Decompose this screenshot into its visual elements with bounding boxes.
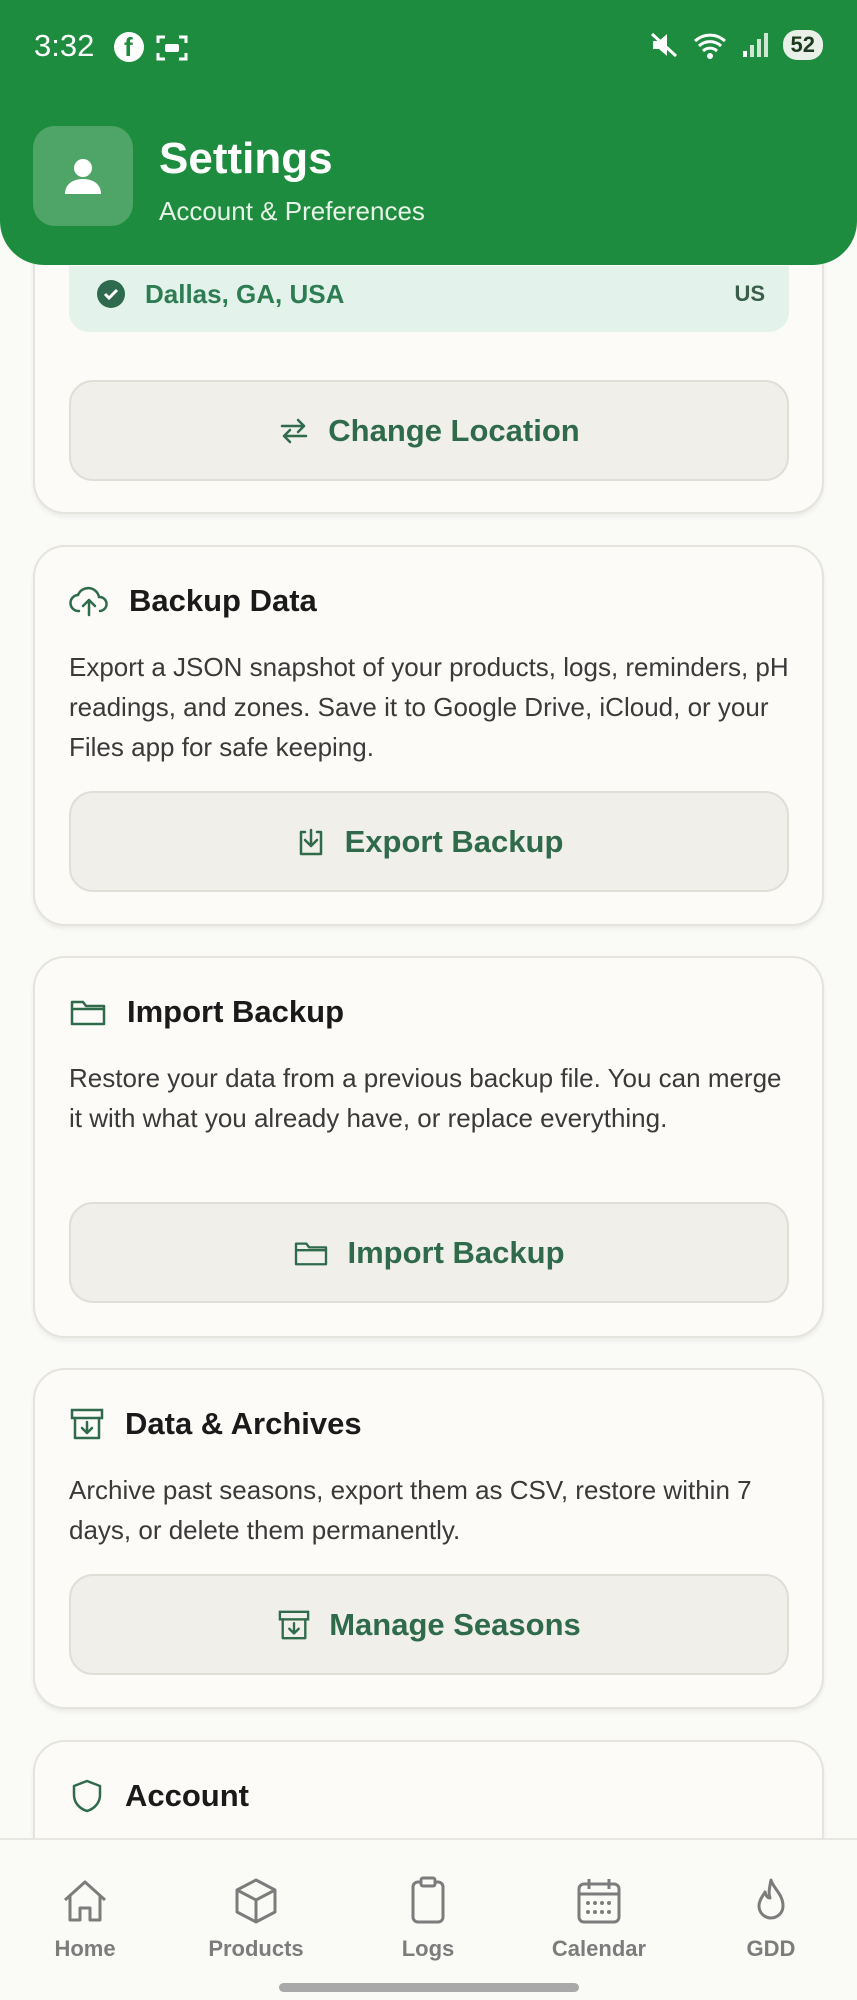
archives-description: Archive past seasons, export them as CSV… (69, 1475, 752, 1545)
folder-icon (295, 1241, 328, 1265)
bottom-navigation: Home Products Logs Calendar GDD (0, 1838, 857, 2000)
import-title: Import Backup (127, 994, 345, 1029)
mute-icon (650, 32, 677, 58)
battery-indicator: 52 (782, 30, 823, 60)
change-location-label: Change Location (328, 412, 580, 448)
status-icons: 52 (649, 30, 823, 60)
check-circle-icon (97, 280, 125, 308)
change-location-button[interactable]: Change Location (69, 380, 789, 481)
page-subtitle: Account & Preferences (159, 196, 425, 226)
home-indicator[interactable] (279, 1983, 579, 1992)
nav-calendar[interactable]: Calendar (529, 1876, 669, 1962)
backup-header: Backup Data (69, 583, 317, 619)
import-backup-button[interactable]: Import Backup (69, 1202, 789, 1303)
archive-icon (70, 1408, 104, 1440)
export-backup-label: Export Backup (344, 823, 564, 859)
app-header: 3:32 52 (0, 0, 857, 265)
user-icon (65, 159, 101, 194)
status-bar: 3:32 52 (0, 0, 857, 95)
location-name: Dallas, GA, USA (145, 279, 345, 309)
nav-logs[interactable]: Logs (358, 1876, 498, 1962)
swap-icon (281, 418, 308, 443)
shield-icon (72, 1779, 102, 1813)
location-country-code: US (734, 281, 765, 306)
nav-home[interactable]: Home (15, 1876, 155, 1962)
nav-gdd-label: GDD (746, 1936, 796, 1961)
manage-seasons-label: Manage Seasons (329, 1606, 581, 1642)
wifi-icon (693, 33, 726, 59)
account-title: Account (125, 1778, 249, 1813)
download-icon (299, 828, 322, 855)
account-header: Account (69, 1778, 249, 1814)
archives-card: Data & Archives Archive past seasons, ex… (33, 1368, 824, 1709)
folder-icon (70, 1000, 106, 1026)
cloud-upload-icon (69, 586, 108, 617)
home-icon (63, 1880, 107, 1922)
status-time: 3:32 (34, 28, 95, 63)
backup-description: Export a JSON snapshot of your products,… (69, 652, 789, 762)
nav-gdd[interactable]: GDD (701, 1876, 841, 1962)
nav-logs-label: Logs (401, 1936, 455, 1961)
screenshot-icon (156, 35, 188, 61)
backup-card: Backup Data Export a JSON snapshot of yo… (33, 545, 824, 926)
current-location: Dallas, GA, USA US (69, 266, 789, 332)
facebook-icon (114, 32, 144, 63)
import-card: Import Backup Restore your data from a p… (33, 956, 824, 1338)
flame-icon (757, 1878, 785, 1920)
calendar-icon (577, 1879, 621, 1924)
export-backup-button[interactable]: Export Backup (69, 791, 789, 892)
manage-seasons-button[interactable]: Manage Seasons (69, 1574, 789, 1675)
clipboard-icon (411, 1876, 445, 1924)
box-icon (235, 1878, 277, 1924)
import-header: Import Backup (69, 994, 344, 1030)
import-backup-label: Import Backup (347, 1234, 565, 1270)
nav-products-label: Products (208, 1936, 304, 1961)
backup-title: Backup Data (129, 583, 317, 618)
import-description: Restore your data from a previous backup… (69, 1063, 782, 1133)
nav-calendar-label: Calendar (551, 1936, 647, 1961)
signal-icon (742, 33, 768, 57)
page-title: Settings (159, 134, 333, 183)
nav-home-label: Home (54, 1936, 116, 1961)
nav-products[interactable]: Products (186, 1876, 326, 1962)
archive-icon (278, 1610, 310, 1639)
archives-title: Data & Archives (125, 1406, 362, 1441)
archives-header: Data & Archives (69, 1406, 362, 1442)
avatar[interactable] (33, 126, 133, 226)
